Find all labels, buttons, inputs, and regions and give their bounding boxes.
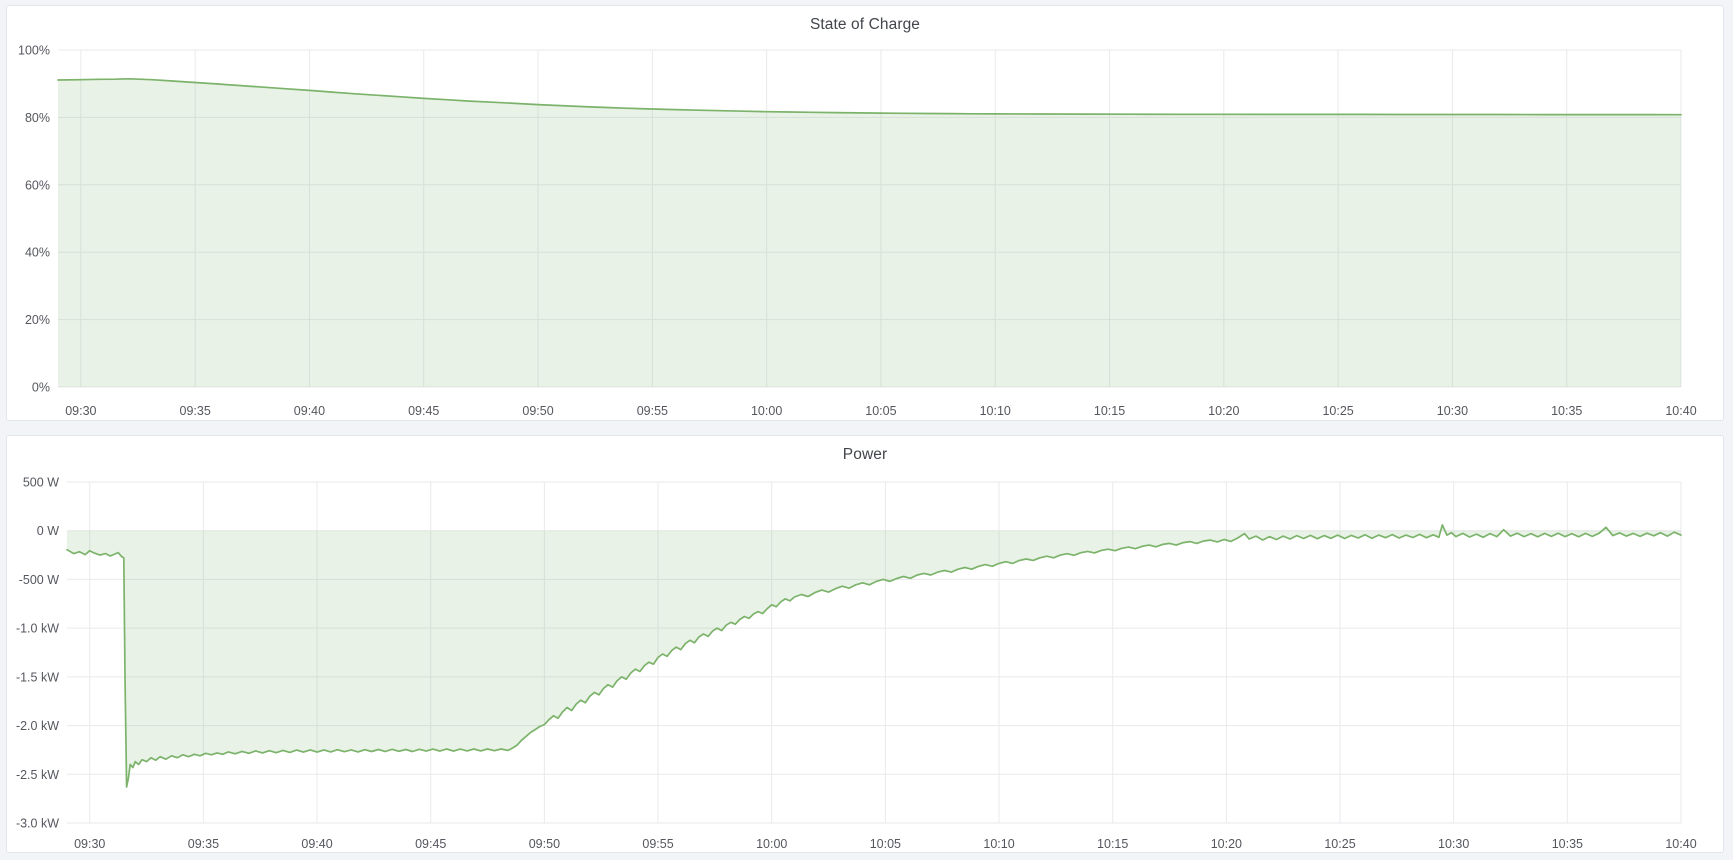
y-axis-tick-label: -2.0 kW: [16, 719, 59, 733]
power-panel: Power 500 W0 W-500 W-1.0 kW-1.5 kW-2.0 k…: [6, 435, 1724, 853]
x-axis-tick-label: 09:35: [180, 404, 211, 418]
y-axis-tick-label: 100%: [18, 44, 50, 58]
y-axis-tick-label: 500 W: [23, 476, 59, 490]
x-axis-tick-label: 09:50: [522, 404, 553, 418]
x-axis-tick-label: 10:25: [1324, 837, 1355, 851]
y-axis-tick-label: -500 W: [19, 573, 59, 587]
x-axis-tick-label: 10:00: [751, 404, 782, 418]
x-axis-tick-label: 09:40: [301, 837, 332, 851]
series-area-fill: [67, 525, 1681, 787]
x-axis-tick-label: 09:55: [637, 404, 668, 418]
x-axis-tick-label: 09:45: [415, 837, 446, 851]
x-axis-tick-label: 10:10: [980, 404, 1011, 418]
x-axis-tick-label: 09:40: [294, 404, 325, 418]
series-area-fill: [58, 79, 1681, 387]
state-of-charge-panel: State of Charge 100%80%60%40%20%0%09:300…: [6, 5, 1724, 421]
x-axis-tick-label: 10:15: [1097, 837, 1128, 851]
y-axis-tick-label: 80%: [25, 111, 50, 125]
x-axis-tick-label: 10:25: [1322, 404, 1353, 418]
x-axis-tick-label: 09:55: [642, 837, 673, 851]
x-axis-tick-label: 10:10: [983, 837, 1014, 851]
y-axis-tick-label: 0 W: [37, 524, 59, 538]
x-axis-tick-label: 10:30: [1437, 404, 1468, 418]
dashboard-page: { "page": { "background_color": "#f2f4f8…: [0, 0, 1733, 860]
x-axis-tick-label: 09:30: [65, 404, 96, 418]
y-axis-tick-label: 60%: [25, 178, 50, 192]
x-axis-tick-label: 10:05: [865, 404, 896, 418]
power-chart[interactable]: 500 W 0 W -500 W -1.0 kW -1.5 kW -2.0 kW -2.5 …: [7, 436, 1725, 852]
x-axis-tick-label: 10:15: [1094, 404, 1125, 418]
x-axis-tick-label: 09:45: [408, 404, 439, 418]
y-axis-tick-label: -3.0 kW: [16, 817, 59, 831]
x-axis-tick-label: 09:35: [188, 837, 219, 851]
x-axis-tick-label: 10:20: [1208, 404, 1239, 418]
x-axis-tick-label: 10:00: [756, 837, 787, 851]
state-of-charge-chart[interactable]: 100% 80% 60% 40% 20% 0% 09:30 09:35 09:40 09:45 09…: [7, 6, 1725, 420]
x-axis-tick-label: 10:35: [1551, 404, 1582, 418]
x-axis-tick-label: 09:50: [529, 837, 560, 851]
y-axis-tick-label: 0%: [32, 381, 50, 395]
y-axis-tick-label: 20%: [25, 313, 50, 327]
y-axis-tick-label: 40%: [25, 246, 50, 260]
x-axis-tick-label: 10:30: [1438, 837, 1469, 851]
y-axis-tick-label: -1.5 kW: [16, 670, 59, 684]
x-axis-tick-label: 10:40: [1665, 404, 1696, 418]
x-axis-tick-label: 10:05: [870, 837, 901, 851]
y-axis-tick-label: -2.5 kW: [16, 768, 59, 782]
x-axis-tick-label: 10:20: [1211, 837, 1242, 851]
x-axis-tick-label: 09:30: [74, 837, 105, 851]
y-axis-tick-label: -1.0 kW: [16, 622, 59, 636]
x-axis-tick-label: 10:35: [1552, 837, 1583, 851]
x-axis-tick-label: 10:40: [1665, 837, 1696, 851]
